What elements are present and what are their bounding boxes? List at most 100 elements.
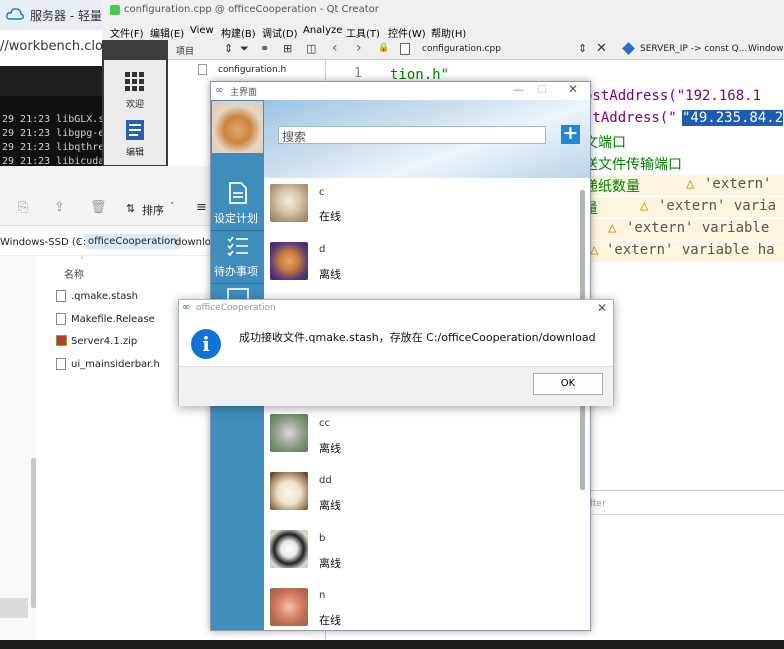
warning-icon: △ — [686, 176, 695, 192]
menu-tools[interactable]: 工具(T) — [346, 25, 380, 40]
message-dialog: ∞ officeCooperation ✕ i 成功接收文件.qmake.sta… — [178, 299, 614, 406]
close-file-icon[interactable]: ✕ — [596, 41, 607, 56]
user-avatar[interactable] — [212, 101, 263, 153]
contact-name[interactable]: d — [319, 244, 325, 255]
sort-indicator-icon: ˄ — [80, 256, 84, 265]
code-comment: 递纸数量 — [584, 179, 640, 195]
menu-analyze[interactable]: Analyze — [303, 25, 342, 36]
file-item[interactable]: ui_mainsiderbar.h — [71, 359, 160, 370]
split-icon[interactable]: ⊞ — [283, 42, 292, 55]
warning-icon: △ — [608, 220, 617, 236]
back-arrow-icon[interactable]: ‹ — [332, 40, 338, 56]
checklist-icon — [227, 236, 248, 256]
chat-window-title: 主界面 — [230, 88, 258, 98]
edit-mode-icon[interactable] — [126, 120, 144, 140]
symbol-selector[interactable]: SERVER_IP -> const Q... — [640, 44, 747, 54]
info-icon: i — [191, 329, 221, 359]
warning-icon: △ — [640, 198, 649, 214]
contact-avatar[interactable] — [270, 184, 308, 222]
contact-avatar[interactable] — [270, 530, 308, 568]
taskbar — [0, 640, 784, 649]
dialog-logo-icon: ∞ — [182, 302, 191, 313]
close-pane-icon[interactable]: ◫ — [306, 42, 316, 55]
file-selector-arrows-icon[interactable]: ⇕ — [578, 42, 587, 55]
file-item[interactable]: .qmake.stash — [71, 291, 138, 302]
filter-icon[interactable]: ⏷ — [240, 42, 249, 56]
search-input[interactable]: 搜索 — [278, 126, 546, 144]
column-header-name[interactable]: 名称 — [64, 266, 84, 281]
ok-button[interactable]: OK — [533, 373, 603, 395]
forward-arrow-icon[interactable]: › — [356, 40, 362, 56]
open-file-name[interactable]: configuration.cpp — [422, 44, 501, 54]
file-item[interactable]: Makefile.Release — [71, 314, 155, 325]
cpp-file-icon — [400, 43, 410, 55]
zip-file-icon — [56, 335, 67, 346]
menu-edit[interactable]: 编辑(E) — [150, 25, 184, 40]
dialog-close-icon[interactable]: ✕ — [597, 301, 607, 315]
cloud-icon — [6, 8, 24, 20]
contact-avatar[interactable] — [270, 472, 308, 510]
file-icon — [56, 290, 66, 302]
contact-name[interactable]: n — [319, 590, 325, 601]
dialog-message: 成功接收文件.qmake.stash，存放在 C:/officeCooperat… — [239, 331, 596, 344]
mode-edit-label[interactable]: 编辑 — [126, 145, 144, 158]
minimize-icon[interactable]: — — [513, 83, 524, 96]
chevron-right-icon: › — [167, 236, 171, 247]
terminal-header — [0, 66, 110, 96]
link-icon[interactable]: ⚭ — [260, 42, 269, 55]
qt-logo-icon — [110, 5, 120, 15]
chat-banner: 搜索 + — [264, 100, 590, 178]
contact-status: 离线 — [319, 268, 341, 281]
nav-plan-label[interactable]: 设定计划 — [214, 210, 258, 226]
menu-view[interactable]: View — [190, 25, 214, 36]
view-icon[interactable]: ≡ — [196, 200, 207, 215]
contact-avatar[interactable] — [270, 242, 308, 280]
breadcrumb-folder[interactable]: officeCooperation — [85, 234, 180, 249]
contact-avatar[interactable] — [270, 588, 308, 626]
contact-status: 离线 — [319, 442, 341, 455]
warning-text: 'extern' — [704, 176, 772, 192]
explorer-scrollbar[interactable] — [31, 458, 36, 608]
share-icon[interactable]: ⇪ — [54, 200, 65, 215]
mode-welcome-label[interactable]: 欢迎 — [126, 97, 144, 110]
menu-debug[interactable]: 调试(D) — [262, 25, 298, 40]
contact-name[interactable]: cc — [319, 418, 330, 429]
contact-status: 离线 — [319, 557, 341, 570]
contact-avatar[interactable] — [270, 414, 308, 452]
contact-name[interactable]: dd — [319, 475, 332, 486]
window-selector[interactable]: Window — [748, 44, 784, 54]
chevron-right-icon: › — [77, 236, 81, 247]
nav-divider — [211, 230, 264, 231]
code-line: ostAddress("192.168.1 — [584, 88, 762, 104]
terminal-line: 29 21:23 libqthre — [2, 142, 105, 153]
contact-status: 在线 — [319, 210, 341, 223]
menu-build[interactable]: 构建(B) — [221, 25, 256, 40]
code-selection: "49.235.84.2 — [682, 110, 784, 126]
selector-arrows-icon[interactable]: ⇕ — [224, 42, 233, 55]
file-icon — [56, 358, 66, 370]
add-contact-button[interactable]: + — [561, 124, 580, 144]
contact-name[interactable]: c — [319, 187, 325, 198]
menu-help[interactable]: 帮助(H) — [431, 25, 466, 40]
chevron-down-icon[interactable]: ˅ — [170, 202, 175, 212]
nav-selected-item[interactable] — [0, 598, 28, 618]
sort-icon[interactable]: ⇅ — [126, 202, 135, 215]
file-item[interactable]: Server4.1.zip — [71, 336, 137, 347]
maximize-icon[interactable]: ☐ — [537, 83, 547, 96]
qt-mode-panel: 欢迎 编辑 — [104, 60, 166, 165]
nav-divider — [211, 283, 264, 284]
sort-button[interactable]: 排序 — [142, 202, 164, 218]
project-selector[interactable]: 项目 — [176, 44, 194, 57]
menu-controls[interactable]: 控件(W) — [388, 25, 426, 40]
grid-icon[interactable] — [125, 72, 145, 92]
warning-text: 'extern' variable — [626, 220, 770, 236]
nav-todo-label[interactable]: 待办事项 — [214, 263, 258, 279]
delete-icon[interactable]: 🗑 — [90, 200, 107, 215]
terminal-line: 29 21:23 libgpg-e — [2, 128, 105, 139]
menu-file[interactable]: 文件(F) — [110, 25, 144, 40]
lock-icon: 🔒 — [378, 43, 390, 53]
contact-name[interactable]: b — [319, 533, 325, 544]
copy-icon[interactable]: ⎘ — [18, 200, 28, 215]
tree-file-item[interactable]: configuration.h — [218, 65, 286, 75]
close-icon[interactable]: ✕ — [568, 82, 578, 96]
